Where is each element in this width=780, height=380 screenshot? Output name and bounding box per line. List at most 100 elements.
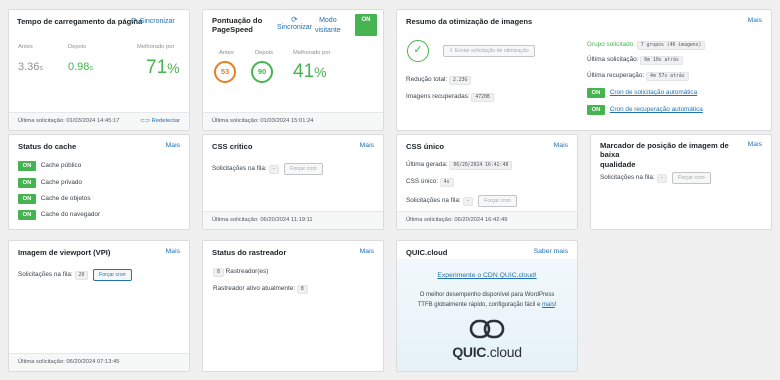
improved-value: 71% (146, 57, 180, 78)
before-label: Antes (18, 44, 33, 50)
total-reduction-row: Redução total: 2.23G (406, 76, 472, 85)
requested-group-value: 7 grupos (46 imagens) (636, 41, 706, 50)
vpi-force-cron-button[interactable]: Forçar cron (93, 269, 132, 281)
auto-recovery-cron-link[interactable]: Cron de recuperação automática (610, 106, 703, 113)
unique-css-force-cron-button[interactable]: Forçar cron (478, 195, 517, 207)
quic-description: O melhor desempenho disponível para Word… (397, 290, 577, 310)
lqip-title-line1: Marcador de posição de imagem de baixa (600, 141, 729, 160)
unique-css-queue-value: - (462, 197, 474, 206)
crawler-count-label: Rastreador(es) (225, 268, 269, 275)
crawler-more-link[interactable]: Mais (360, 248, 374, 255)
public-cache-toggle[interactable]: ON (18, 161, 36, 171)
lqip-title: Marcador de posição de imagem de baixa q… (600, 141, 750, 169)
crawler-card: Status do rastreador Mais 8 Rastreador(e… (202, 240, 384, 372)
quic-cloud-card: QUIC.cloud Saber mais Experimente o CDN … (396, 240, 578, 372)
load-time-last-request: Última solicitação: 01/03/2024 14:45:17 (18, 118, 120, 124)
send-optimization-request-label: Enviar solicitação de otimização (454, 48, 529, 54)
cache-more-link[interactable]: Mais (166, 142, 180, 149)
auto-request-cron-row: ON Cron de solicitação automática (587, 88, 697, 98)
pagespeed-title: Pontuação do PageSpeed (212, 16, 262, 35)
ps-improved-label: Melhorado por (293, 50, 331, 56)
visitor-mode-toggle[interactable]: ON (355, 14, 377, 36)
pagespeed-title-line1: Pontuação do (212, 16, 263, 25)
vpi-title: Imagem de viewport (VPI) (18, 248, 111, 257)
vpi-queue-value: 29 (74, 271, 89, 280)
public-cache-label: Cache público (40, 162, 82, 169)
pagespeed-title-line2: PageSpeed (212, 25, 253, 35)
critical-css-last-request: Última solicitação: 06/20/2024 11:19:11 (212, 217, 313, 223)
critical-css-force-cron-button[interactable]: Forçar cron (284, 163, 323, 175)
lqip-force-cron-button[interactable]: Forçar cron (672, 172, 711, 184)
crawler-count-row: 8 Rastreador(es) (213, 268, 268, 277)
object-cache-label: Cache de objetos (40, 195, 91, 202)
quic-desc-line1: O melhor desempenho disponível para Word… (419, 292, 555, 298)
link-icon: ⊂⊃ (140, 118, 151, 124)
page-load-time-card: Tempo de carregamento da página ⟳ Sincro… (8, 9, 190, 131)
critical-css-more-link[interactable]: Mais (360, 142, 374, 149)
vpi-card: Imagem de viewport (VPI) Mais Solicitaçõ… (8, 240, 190, 372)
unique-css-more-link[interactable]: Mais (554, 142, 568, 149)
cache-item: ON Cache privado (18, 178, 82, 188)
browser-cache-toggle[interactable]: ON (18, 210, 36, 220)
auto-recovery-cron-toggle[interactable]: ON (587, 105, 605, 115)
visitor-mode-line1: Modo (319, 17, 337, 24)
private-cache-label: Cache privado (40, 179, 82, 186)
improved-label: Melhorado por (137, 44, 175, 50)
critical-css-queue-value: - (268, 165, 280, 174)
image-opt-title: Resumo da otimização de imagens (406, 17, 533, 26)
unique-css-last-gen-row: Última gerada: 06/20/2024 16:42:48 (406, 161, 513, 170)
quic-learn-more-link[interactable]: Saber mais (534, 248, 568, 255)
vpi-more-link[interactable]: Mais (166, 248, 180, 255)
pagespeed-last-request: Última solicitação: 01/03/2024 15:01:24 (212, 118, 314, 124)
object-cache-toggle[interactable]: ON (18, 194, 36, 204)
ps-before-label: Antes (219, 50, 234, 56)
lqip-queue-value: - (656, 174, 668, 183)
unique-css-card: CSS único Mais Última gerada: 06/20/2024… (396, 134, 578, 230)
before-value: 3.36s (18, 61, 43, 73)
redetect-link[interactable]: ⊂⊃ Redetectar (140, 118, 180, 124)
load-time-sync-link[interactable]: ⟳ Sincronizar (131, 16, 175, 25)
private-cache-toggle[interactable]: ON (18, 178, 36, 188)
requested-group-row: Grupo solicitado: 7 grupos (46 imagens) (587, 41, 706, 50)
image-opt-more-link[interactable]: Mais (748, 17, 762, 24)
critical-css-card: CSS crítico Mais Solicitações na fila: -… (202, 134, 384, 230)
visitor-mode-link[interactable]: Modo visitante (315, 16, 341, 36)
last-request-row: Última solicitação: 6m 10s atrás (587, 56, 683, 65)
load-time-footer: Última solicitação: 01/03/2024 14:45:17 … (9, 112, 189, 130)
pagespeed-sync-link[interactable]: ⟳ Sincronizar (277, 15, 312, 31)
pagespeed-card: Pontuação do PageSpeed ⟳ Sincronizar Mod… (202, 9, 384, 131)
image-optimization-card: Resumo da otimização de imagens Mais ✓ ⇪… (396, 9, 772, 131)
cache-item: ON Cache de objetos (18, 194, 91, 204)
auto-request-cron-link[interactable]: Cron de solicitação automática (610, 89, 697, 96)
quic-desc-line2: TTFB globalmente rápido, configuração fá… (417, 302, 557, 308)
vpi-footer: Última solicitação: 06/20/2024 07:13:45 (9, 353, 189, 371)
after-score-ring: 90 (251, 61, 273, 83)
unique-css-count-value: 4s (439, 178, 454, 187)
lqip-title-line2: qualidade (600, 159, 636, 169)
crawler-title: Status do rastreador (212, 248, 287, 257)
quic-cloud-logo-icon (469, 319, 505, 339)
before-score-ring: 53 (214, 61, 236, 83)
after-label: Depois (68, 44, 87, 50)
ps-improved-value: 41% (293, 61, 327, 82)
crawler-count-value: 8 (213, 268, 224, 277)
pagespeed-sync-label: Sincronizar (277, 24, 313, 31)
auto-request-cron-toggle[interactable]: ON (587, 88, 605, 98)
last-recovery-value: 4m 57s atrás (645, 72, 689, 81)
crawler-active-value: 8 (296, 285, 308, 294)
lqip-more-link[interactable]: Mais (748, 141, 762, 148)
lqip-card: Marcador de posição de imagem de baixa q… (590, 134, 772, 230)
quic-cloud-logo-text: QUIC.cloud (452, 344, 522, 360)
auto-recovery-cron-row: ON Cron de recuperação automática (587, 105, 703, 115)
cache-item: ON Cache do navegador (18, 210, 100, 220)
critical-css-footer: Última solicitação: 06/20/2024 11:19:11 (203, 211, 383, 229)
load-time-sync-label: Sincronizar (139, 18, 175, 25)
unique-css-last-request: Última solicitação: 06/20/2024 16:42:49 (406, 217, 508, 223)
recovered-images-row: Imagens recuperadas: 47208 (406, 93, 494, 102)
send-optimization-request-button[interactable]: ⇪ Enviar solicitação de otimização (443, 45, 535, 57)
unique-css-footer: Última solicitação: 06/20/2024 16:42:49 (397, 211, 577, 229)
critical-css-queue-row: Solicitações na fila: - Forçar cron (212, 163, 323, 175)
quic-more-link[interactable]: mais (542, 302, 555, 308)
quic-cdn-cta-link[interactable]: Experimente o CDN QUIC.cloud! (397, 272, 577, 279)
redetect-label: Redetectar (151, 118, 180, 124)
